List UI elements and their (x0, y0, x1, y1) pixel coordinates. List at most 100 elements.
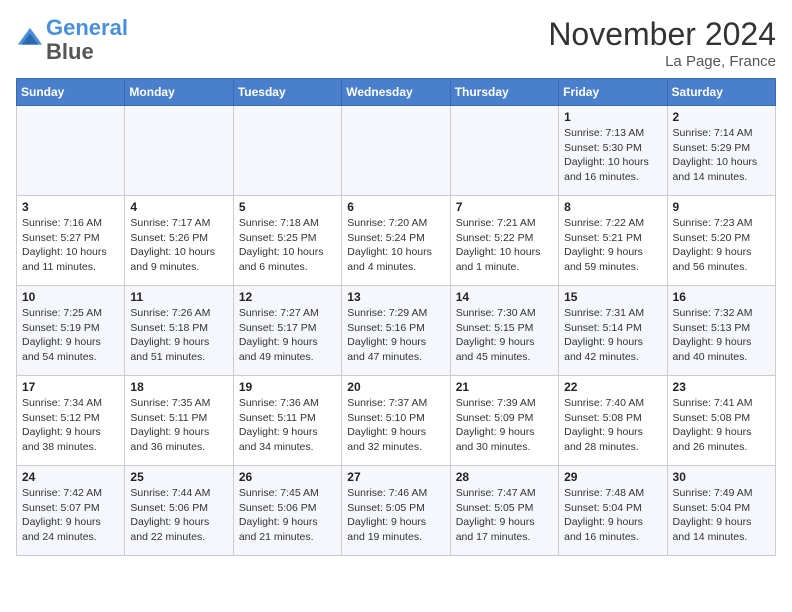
day-number: 17 (22, 380, 119, 394)
day-info: Sunrise: 7:36 AM Sunset: 5:11 PM Dayligh… (239, 396, 336, 455)
weekday-header: Saturday (667, 79, 775, 106)
day-info: Sunrise: 7:26 AM Sunset: 5:18 PM Dayligh… (130, 306, 227, 365)
calendar-cell: 9 Sunrise: 7:23 AM Sunset: 5:20 PM Daylig… (667, 196, 775, 286)
day-number: 23 (673, 380, 770, 394)
day-number: 29 (564, 470, 661, 484)
calendar-cell: 15 Sunrise: 7:31 AM Sunset: 5:14 PM Dayli… (559, 286, 667, 376)
day-info: Sunrise: 7:18 AM Sunset: 5:25 PM Dayligh… (239, 216, 336, 275)
calendar-cell (450, 106, 558, 196)
calendar-cell: 7 Sunrise: 7:21 AM Sunset: 5:22 PM Daylig… (450, 196, 558, 286)
calendar-cell: 6 Sunrise: 7:20 AM Sunset: 5:24 PM Daylig… (342, 196, 450, 286)
calendar-cell: 16 Sunrise: 7:32 AM Sunset: 5:13 PM Dayli… (667, 286, 775, 376)
day-number: 9 (673, 200, 770, 214)
calendar-cell: 25Sunrise: 7:44 AM Sunset: 5:06 PM Dayli… (125, 466, 233, 556)
day-info: Sunrise: 7:49 AM Sunset: 5:04 PM Dayligh… (673, 486, 770, 545)
day-number: 14 (456, 290, 553, 304)
location: La Page, France (548, 53, 776, 70)
calendar-cell: 19 Sunrise: 7:36 AM Sunset: 5:11 PM Dayli… (233, 376, 341, 466)
day-info: Sunrise: 7:21 AM Sunset: 5:22 PM Dayligh… (456, 216, 553, 275)
calendar-cell: 22Sunrise: 7:40 AM Sunset: 5:08 PM Dayli… (559, 376, 667, 466)
calendar-cell: 4 Sunrise: 7:17 AM Sunset: 5:26 PM Daylig… (125, 196, 233, 286)
month-title: November 2024 (548, 16, 776, 53)
day-info: Sunrise: 7:35 AM Sunset: 5:11 PM Dayligh… (130, 396, 227, 455)
calendar-cell (125, 106, 233, 196)
calendar-cell: 14 Sunrise: 7:30 AM Sunset: 5:15 PM Dayli… (450, 286, 558, 376)
calendar-cell: 26 Sunrise: 7:45 AM Sunset: 5:06 PM Dayli… (233, 466, 341, 556)
calendar-cell: 13Sunrise: 7:29 AM Sunset: 5:16 PM Dayli… (342, 286, 450, 376)
day-info: Sunrise: 7:45 AM Sunset: 5:06 PM Dayligh… (239, 486, 336, 545)
calendar-cell: 10Sunrise: 7:25 AM Sunset: 5:19 PM Dayli… (17, 286, 125, 376)
calendar-week-row: 10Sunrise: 7:25 AM Sunset: 5:19 PM Dayli… (17, 286, 776, 376)
day-number: 2 (673, 110, 770, 124)
calendar-cell: 3 Sunrise: 7:16 AM Sunset: 5:27 PM Daylig… (17, 196, 125, 286)
day-info: Sunrise: 7:25 AM Sunset: 5:19 PM Dayligh… (22, 306, 119, 365)
day-number: 12 (239, 290, 336, 304)
day-number: 15 (564, 290, 661, 304)
calendar-cell: 29 Sunrise: 7:48 AM Sunset: 5:04 PM Dayli… (559, 466, 667, 556)
day-info: Sunrise: 7:47 AM Sunset: 5:05 PM Dayligh… (456, 486, 553, 545)
day-info: Sunrise: 7:37 AM Sunset: 5:10 PM Dayligh… (347, 396, 444, 455)
calendar-cell: 12 Sunrise: 7:27 AM Sunset: 5:17 PM Dayli… (233, 286, 341, 376)
day-info: Sunrise: 7:48 AM Sunset: 5:04 PM Dayligh… (564, 486, 661, 545)
day-info: Sunrise: 7:17 AM Sunset: 5:26 PM Dayligh… (130, 216, 227, 275)
calendar-cell: 23Sunrise: 7:41 AM Sunset: 5:08 PM Dayli… (667, 376, 775, 466)
day-info: Sunrise: 7:40 AM Sunset: 5:08 PM Dayligh… (564, 396, 661, 455)
day-info: Sunrise: 7:30 AM Sunset: 5:15 PM Dayligh… (456, 306, 553, 365)
day-number: 20 (347, 380, 444, 394)
day-info: Sunrise: 7:13 AM Sunset: 5:30 PM Dayligh… (564, 126, 661, 185)
day-number: 7 (456, 200, 553, 214)
day-number: 26 (239, 470, 336, 484)
day-number: 6 (347, 200, 444, 214)
calendar-cell: 27 Sunrise: 7:46 AM Sunset: 5:05 PM Dayli… (342, 466, 450, 556)
page-header: GeneralBlue November 2024 La Page, Franc… (16, 16, 776, 70)
day-info: Sunrise: 7:32 AM Sunset: 5:13 PM Dayligh… (673, 306, 770, 365)
day-info: Sunrise: 7:16 AM Sunset: 5:27 PM Dayligh… (22, 216, 119, 275)
day-info: Sunrise: 7:20 AM Sunset: 5:24 PM Dayligh… (347, 216, 444, 275)
day-number: 18 (130, 380, 227, 394)
calendar-cell: 20 Sunrise: 7:37 AM Sunset: 5:10 PM Dayli… (342, 376, 450, 466)
logo: GeneralBlue (16, 16, 128, 64)
day-number: 16 (673, 290, 770, 304)
calendar-cell: 21Sunrise: 7:39 AM Sunset: 5:09 PM Dayli… (450, 376, 558, 466)
day-info: Sunrise: 7:31 AM Sunset: 5:14 PM Dayligh… (564, 306, 661, 365)
day-info: Sunrise: 7:27 AM Sunset: 5:17 PM Dayligh… (239, 306, 336, 365)
day-number: 30 (673, 470, 770, 484)
calendar-cell (233, 106, 341, 196)
day-info: Sunrise: 7:42 AM Sunset: 5:07 PM Dayligh… (22, 486, 119, 545)
day-number: 1 (564, 110, 661, 124)
weekday-header: Monday (125, 79, 233, 106)
day-number: 19 (239, 380, 336, 394)
calendar-week-row: 17 Sunrise: 7:34 AM Sunset: 5:12 PM Dayli… (17, 376, 776, 466)
calendar-cell: 5Sunrise: 7:18 AM Sunset: 5:25 PM Daylig… (233, 196, 341, 286)
day-info: Sunrise: 7:46 AM Sunset: 5:05 PM Dayligh… (347, 486, 444, 545)
calendar-week-row: 24 Sunrise: 7:42 AM Sunset: 5:07 PM Dayli… (17, 466, 776, 556)
day-info: Sunrise: 7:44 AM Sunset: 5:06 PM Dayligh… (130, 486, 227, 545)
day-number: 8 (564, 200, 661, 214)
day-number: 11 (130, 290, 227, 304)
calendar-table: SundayMondayTuesdayWednesdayThursdayFrid… (16, 78, 776, 556)
day-info: Sunrise: 7:14 AM Sunset: 5:29 PM Dayligh… (673, 126, 770, 185)
calendar-cell: 11 Sunrise: 7:26 AM Sunset: 5:18 PM Dayli… (125, 286, 233, 376)
day-number: 28 (456, 470, 553, 484)
calendar-week-row: 1 Sunrise: 7:13 AM Sunset: 5:30 PM Daylig… (17, 106, 776, 196)
day-number: 27 (347, 470, 444, 484)
calendar-cell: 8Sunrise: 7:22 AM Sunset: 5:21 PM Daylig… (559, 196, 667, 286)
day-info: Sunrise: 7:23 AM Sunset: 5:20 PM Dayligh… (673, 216, 770, 275)
calendar-header-row: SundayMondayTuesdayWednesdayThursdayFrid… (17, 79, 776, 106)
day-info: Sunrise: 7:34 AM Sunset: 5:12 PM Dayligh… (22, 396, 119, 455)
day-number: 13 (347, 290, 444, 304)
day-number: 3 (22, 200, 119, 214)
calendar-cell: 2 Sunrise: 7:14 AM Sunset: 5:29 PM Daylig… (667, 106, 775, 196)
weekday-header: Tuesday (233, 79, 341, 106)
weekday-header: Friday (559, 79, 667, 106)
day-number: 24 (22, 470, 119, 484)
calendar-cell: 1 Sunrise: 7:13 AM Sunset: 5:30 PM Daylig… (559, 106, 667, 196)
logo-text: GeneralBlue (46, 16, 128, 64)
calendar-week-row: 3 Sunrise: 7:16 AM Sunset: 5:27 PM Daylig… (17, 196, 776, 286)
calendar-cell (342, 106, 450, 196)
calendar-cell: 18 Sunrise: 7:35 AM Sunset: 5:11 PM Dayli… (125, 376, 233, 466)
title-block: November 2024 La Page, France (548, 16, 776, 70)
day-number: 4 (130, 200, 227, 214)
calendar-cell: 30 Sunrise: 7:49 AM Sunset: 5:04 PM Dayli… (667, 466, 775, 556)
logo-icon (16, 26, 44, 54)
